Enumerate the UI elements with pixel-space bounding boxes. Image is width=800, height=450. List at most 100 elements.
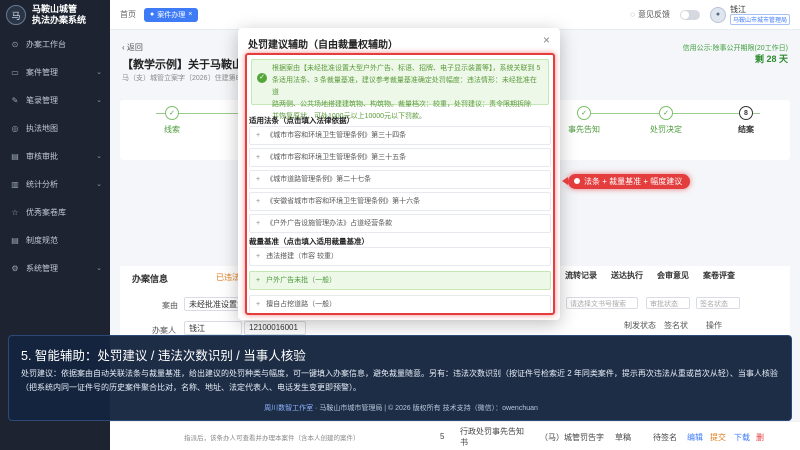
delete-link[interactable]: 删 — [756, 432, 764, 443]
officer-field[interactable]: 钱江 — [184, 321, 242, 335]
advice-line-2: 条适用法条、3 条裁量基准，建议参考裁量基准确定处罚幅度：违法情形：未经批准在道 — [272, 77, 537, 96]
caption-title: 5. 智能辅助：处罚建议 / 违法次数识别 / 当事人核验 — [21, 349, 306, 363]
sidebar-item[interactable]: ⚙ 系统管理 ⌄ — [0, 254, 110, 282]
advice-line-3: 路两侧、公共场地搭建建筑物、构筑物。裁量档次：较重，处罚建议：责令限期拆除 — [272, 101, 531, 108]
col-action: 操作 — [706, 321, 722, 330]
doc-search-input[interactable]: 请选择文书号搜索 — [566, 297, 638, 309]
laws-heading: 适用法条（点击填入法律依据） — [249, 116, 354, 125]
nav-icon: ☆ — [11, 207, 19, 217]
law-item-label: 《城市市容和环境卫生管理条例》第三十五条 — [266, 154, 407, 161]
footer-text: · 马鞍山市城市管理局 | © 2026 版权所有 技术支持（微信）：owenc… — [313, 405, 538, 412]
step-penalty-decision[interactable]: ✓ 处罚决定 — [650, 106, 682, 135]
standard-item[interactable]: + 户外广告未批（一般） — [249, 271, 551, 290]
tab-review-opinion[interactable]: 会审意见 — [657, 270, 689, 281]
plus-icon: + — [256, 220, 261, 227]
law-item[interactable]: + 《城市道路管理条例》第二十七条 — [249, 170, 551, 189]
law-item[interactable]: + 《户外广告设施管理办法》占道经营条款 — [249, 214, 551, 233]
close-icon[interactable]: × — [543, 33, 550, 47]
id-number-field[interactable]: 12100016001 — [244, 321, 306, 335]
sidebar-item[interactable]: ◎ 执法地图 — [0, 114, 110, 142]
standard-item-label: 擅自占挖道路（一般） — [266, 301, 337, 308]
law-item[interactable]: + 《城市市容和环境卫生管理条例》第三十五条 — [249, 148, 551, 167]
step-label: 结案 — [738, 125, 754, 134]
theme-toggle[interactable] — [679, 9, 700, 20]
standards-heading: 裁量基准（点击填入适用裁量基准） — [249, 237, 369, 246]
sidebar-item[interactable]: ▤ 审核审批 ⌄ — [0, 142, 110, 170]
case-cause-field[interactable]: 未经批准设置大 — [184, 297, 242, 311]
nav-icon: ✎ — [11, 95, 19, 105]
sidebar-item-label: 系统管理 — [26, 263, 58, 273]
sidebar-item-label: 办案工作台 — [26, 39, 66, 49]
law-item-label: 《城市道路管理条例》第二十七条 — [266, 176, 372, 183]
sidebar-item[interactable]: ▤ 制度规范 — [0, 226, 110, 254]
user-name: 钱江 — [729, 4, 746, 14]
dot-icon: ● — [150, 11, 155, 18]
studio-link[interactable]: 周川数智工作室 — [264, 405, 313, 412]
row-title-line1: 行政处罚事先告知 — [460, 427, 524, 436]
step-label: 处罚决定 — [650, 125, 682, 134]
step-number: 8 — [739, 106, 753, 120]
tab-delivery[interactable]: 送达执行 — [611, 270, 643, 281]
brand: 马 马鞍山城管 执法办案系统 — [0, 0, 110, 30]
close-icon[interactable]: × — [188, 11, 192, 18]
plus-icon: + — [256, 277, 261, 284]
tab-case-handling[interactable]: ● 案件办理 × — [144, 7, 199, 22]
row-title-line2: 书 — [460, 438, 468, 447]
deadline-label: 信用公示:除事公开期限(20工作日) — [682, 45, 788, 52]
nav-icon: ▤ — [11, 151, 19, 161]
row-index: 5 — [440, 432, 445, 441]
sidebar-item[interactable]: ▥ 统计分析 ⌄ — [0, 170, 110, 198]
annotation-callout: 法条 + 裁量基准 + 幅度建议 — [561, 174, 691, 189]
standard-item[interactable]: + 违法搭建（市容 较重） — [249, 247, 551, 266]
back-link[interactable]: ‹ 返回 — [122, 42, 143, 53]
row-title: 行政处罚事先告知 书 — [460, 426, 524, 448]
submit-link[interactable]: 提交 — [710, 432, 726, 443]
feedback-button[interactable]: ◌ 意见反馈 — [630, 9, 670, 20]
sidebar-item[interactable]: ✎ 笔录管理 ⌄ — [0, 86, 110, 114]
step-close-case[interactable]: 8 结案 — [738, 106, 754, 135]
chevron-down-icon: ⌄ — [96, 181, 102, 188]
deadline: 信用公示:除事公开期限(20工作日) 剩 28 天 — [683, 44, 788, 66]
step-clue[interactable]: ✓ 线索 — [164, 106, 180, 135]
row-doc-number: （马）城管罚告字 — [540, 433, 604, 442]
user-menu[interactable]: ● 钱江 马鞍山市城市管理局 — [709, 4, 790, 25]
sign-filter[interactable]: 签名状态 — [696, 297, 740, 309]
law-item[interactable]: + 《城市市容和环境卫生管理条例》第三十四条 — [249, 126, 551, 145]
app-name: 马鞍山城管 执法办案系统 — [32, 4, 86, 26]
approval-filter[interactable]: 审批状态 — [646, 297, 690, 309]
app-name-line2: 执法办案系统 — [32, 15, 87, 25]
doc-table-row: 指派后，该条办人可查看并办理本案件（含本人创建的案件） 5 行政处罚事先告知 书… — [110, 421, 800, 450]
feedback-label: 意见反馈 — [637, 10, 670, 19]
user-info: 钱江 马鞍山市城市管理局 — [729, 4, 790, 25]
sidebar-item-label: 案件管理 — [26, 67, 58, 77]
sidebar-item-label: 统计分析 — [26, 179, 58, 189]
sidebar-item-label: 优秀案卷库 — [26, 207, 66, 217]
edit-link[interactable]: 编辑 — [687, 432, 703, 443]
law-item-label: 《安徽省城市市容和环境卫生管理条例》第十六条 — [266, 198, 421, 205]
sidebar-item[interactable]: ▭ 案件管理 ⌄ — [0, 58, 110, 86]
user-org-badge: 马鞍山市城市管理局 — [729, 13, 790, 25]
highlight-box: ✓ 根据案由【未经批准设置大型户外广告、标语、招牌、电子显示装置等】，系统关联到… — [245, 53, 555, 315]
chevron-down-icon: ⌄ — [96, 97, 102, 104]
back-label: 返回 — [126, 43, 143, 52]
law-item[interactable]: + 《安徽省城市市容和环境卫生管理条例》第十六条 — [249, 192, 551, 211]
step-prior-notice[interactable]: ✓ 事先告知 — [568, 106, 600, 135]
sidebar-item-label: 执法地图 — [26, 123, 58, 133]
home-link[interactable]: 首页 — [120, 9, 136, 20]
step-label: 事先告知 — [568, 125, 600, 134]
nav-icon: ▥ — [11, 179, 19, 189]
plus-icon: + — [256, 176, 261, 183]
tab-file-review[interactable]: 案卷评查 — [703, 270, 735, 281]
nav-icon: ◎ — [11, 123, 19, 133]
sidebar-item[interactable]: ⊙ 办案工作台 — [0, 30, 110, 58]
plus-icon: + — [256, 301, 261, 308]
caption-body: 处罚建议：依据案由自动关联法条与裁量基准，给出建议的处罚种类与幅度，可一键填入办… — [21, 369, 778, 392]
tab-flow-record[interactable]: 流转记录 — [565, 270, 597, 281]
plus-icon: + — [256, 253, 261, 260]
advice-line-1: 根据案由【未经批准设置大型户外广告、标语、招牌、电子显示装置等】，系统关联到 5 — [272, 65, 541, 72]
col-status: 制发状态 — [624, 321, 656, 330]
standard-item[interactable]: + 擅自占挖道路（一般） — [249, 295, 551, 313]
step-label: 线索 — [164, 125, 180, 134]
sidebar-item[interactable]: ☆ 优秀案卷库 — [0, 198, 110, 226]
download-link[interactable]: 下载 — [734, 432, 750, 443]
